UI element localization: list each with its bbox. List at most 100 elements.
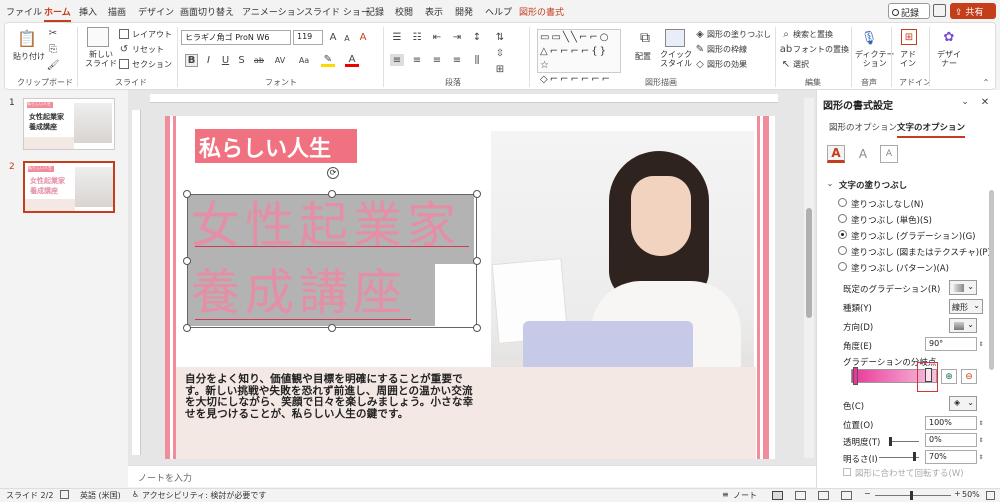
numbering-icon[interactable]: ☷: [410, 31, 424, 43]
replace-font-button[interactable]: フォントの置換: [793, 44, 849, 55]
strikethrough-button[interactable]: ab: [251, 54, 267, 67]
addins-icon[interactable]: ⊞: [901, 29, 917, 45]
pane-scrollbar-thumb[interactable]: [989, 190, 994, 370]
tab-file[interactable]: ファイル: [6, 5, 42, 18]
tab-help[interactable]: ヘルプ: [485, 5, 512, 18]
gradient-stop-2[interactable]: [925, 368, 932, 382]
resize-handle[interactable]: [183, 324, 191, 332]
microphone-icon[interactable]: 🎙: [861, 29, 878, 47]
option-no-fill[interactable]: 塗りつぶしなし(N): [851, 198, 924, 210]
tab-slideshow[interactable]: スライド ショー: [304, 5, 370, 18]
tab-text-options[interactable]: 文字のオプション: [897, 121, 966, 138]
resize-handle[interactable]: [183, 257, 191, 265]
rotate-with-shape-checkbox[interactable]: [843, 468, 851, 476]
language-status[interactable]: 英語 (米国): [80, 490, 121, 501]
tab-review[interactable]: 校閲: [395, 5, 413, 18]
change-case-button[interactable]: Aa: [295, 54, 313, 67]
shadow-button[interactable]: S: [235, 54, 248, 67]
dictate-button[interactable]: ディクテー ション: [855, 50, 894, 68]
transparency-input[interactable]: 0%: [925, 433, 977, 447]
columns-icon[interactable]: ⫼: [470, 54, 484, 66]
remove-stop-icon[interactable]: ⊖: [961, 369, 977, 384]
layout-button[interactable]: レイアウト: [132, 29, 172, 40]
transparency-spinner-icon[interactable]: ⇕: [977, 433, 985, 447]
color-picker-button[interactable]: ◈ ⌄: [949, 396, 977, 411]
type-dropdown[interactable]: 線形 ⌄: [949, 299, 983, 314]
resize-handle[interactable]: [473, 257, 481, 265]
direction-dropdown[interactable]: ⌄: [949, 318, 977, 333]
slide-canvas[interactable]: 私らしい人生 女性起業家 養成講座 ⟳ 自分をよく知り、価値観や目標を明確にする…: [165, 116, 775, 459]
text-direction-icon[interactable]: ⇅: [493, 31, 507, 43]
notes-button[interactable]: ノート: [733, 490, 757, 501]
align-left-icon[interactable]: ≡: [390, 54, 404, 66]
font-name-select[interactable]: ヒラギノ角ゴ ProN W6: [181, 30, 291, 45]
vertical-scrollbar[interactable]: [804, 98, 814, 458]
add-stop-icon[interactable]: ⊕: [941, 369, 957, 384]
radio-solid-fill[interactable]: [838, 214, 847, 223]
option-solid-fill[interactable]: 塗りつぶし (単色)(S): [851, 214, 932, 226]
quick-styles-icon[interactable]: [665, 29, 685, 47]
shapes-gallery[interactable]: ▭▭╲╲⌐⌐○ △⌐⌐⌐⌐{}☆ ◇⌐⌐⌐⌐⌐⌐: [537, 29, 621, 85]
spellcheck-icon[interactable]: [60, 490, 69, 499]
share-button[interactable]: ⇪ 共有: [950, 3, 996, 19]
radio-pattern-fill[interactable]: [838, 262, 847, 271]
selection-frame[interactable]: [187, 194, 477, 328]
tab-view[interactable]: 表示: [425, 5, 443, 18]
chevron-down-icon[interactable]: ⌄: [826, 179, 834, 188]
brightness-input[interactable]: 70%: [925, 450, 977, 464]
select-button[interactable]: 選択: [793, 59, 809, 70]
align-center-icon[interactable]: ≡: [410, 54, 424, 66]
paste-icon[interactable]: 📋: [15, 27, 39, 49]
brightness-spinner-icon[interactable]: ⇕: [977, 450, 985, 464]
section-button[interactable]: セクション: [132, 59, 172, 70]
notes-pane[interactable]: ノートを入力: [128, 465, 816, 487]
resize-handle[interactable]: [473, 324, 481, 332]
shape-effects-button[interactable]: 図形の効果: [707, 59, 747, 70]
preset-gradient-dropdown[interactable]: ⌄: [949, 280, 977, 295]
zoom-slider-thumb[interactable]: [910, 491, 913, 500]
decrease-indent-icon[interactable]: ⇤: [430, 31, 444, 43]
radio-gradient-fill[interactable]: [838, 230, 847, 239]
collapse-ribbon-icon[interactable]: ⌃: [981, 77, 991, 87]
font-color-icon[interactable]: A: [345, 54, 359, 67]
textbox-icon[interactable]: A: [880, 145, 898, 163]
align-text-icon[interactable]: ⇳: [493, 47, 507, 59]
tab-developer[interactable]: 開発: [455, 5, 473, 18]
addins-button[interactable]: アド イン: [900, 50, 916, 68]
tab-transitions[interactable]: 画面切り替え: [180, 5, 234, 18]
increase-indent-icon[interactable]: ⇥: [450, 31, 464, 43]
tab-shape-options[interactable]: 図形のオプション: [829, 121, 897, 133]
scrollbar-thumb[interactable]: [806, 208, 812, 318]
find-replace-button[interactable]: 検索と置換: [793, 29, 833, 40]
resize-handle[interactable]: [183, 190, 191, 198]
slide-body-text[interactable]: 自分をよく知り、価値観や目標を明確にすることが重要です。新しい挑戦や失敗を恐れず…: [185, 373, 475, 420]
zoom-out-icon[interactable]: −: [864, 489, 871, 498]
tab-shape-format[interactable]: 図形の書式: [519, 5, 564, 18]
line-spacing-icon[interactable]: ↕: [470, 31, 484, 43]
copy-icon[interactable]: ⎘: [47, 43, 59, 55]
shape-outline-button[interactable]: 図形の枠線: [707, 44, 747, 55]
record-button[interactable]: 記録: [888, 3, 930, 19]
radio-picture-fill[interactable]: [838, 246, 847, 255]
position-spinner-icon[interactable]: ⇕: [977, 416, 985, 430]
slide-sorter-icon[interactable]: [795, 491, 806, 500]
italic-button[interactable]: I: [202, 54, 215, 67]
notes-placeholder[interactable]: ノートを入力: [138, 471, 192, 484]
transparency-slider-thumb[interactable]: [889, 437, 892, 446]
align-right-icon[interactable]: ≡: [430, 54, 444, 66]
zoom-in-icon[interactable]: +: [954, 489, 961, 498]
resize-handle[interactable]: [328, 324, 336, 332]
justify-icon[interactable]: ≡: [450, 54, 464, 66]
char-spacing-button[interactable]: AV: [271, 54, 289, 67]
smartart-icon[interactable]: ⊞: [493, 63, 507, 75]
quick-styles-button[interactable]: クイック スタイル: [660, 50, 692, 68]
zoom-slider[interactable]: [875, 495, 951, 496]
reading-view-icon[interactable]: [818, 491, 829, 500]
arrange-button[interactable]: 配置: [635, 51, 651, 62]
arrange-icon[interactable]: ⧉: [635, 29, 655, 47]
underline-button[interactable]: U: [219, 54, 232, 67]
section-text-fill[interactable]: 文字の塗りつぶし: [839, 179, 907, 191]
highlight-icon[interactable]: ✎: [321, 54, 335, 67]
shape-fill-button[interactable]: 図形の塗りつぶし: [707, 29, 771, 40]
bold-button[interactable]: B: [185, 54, 198, 67]
